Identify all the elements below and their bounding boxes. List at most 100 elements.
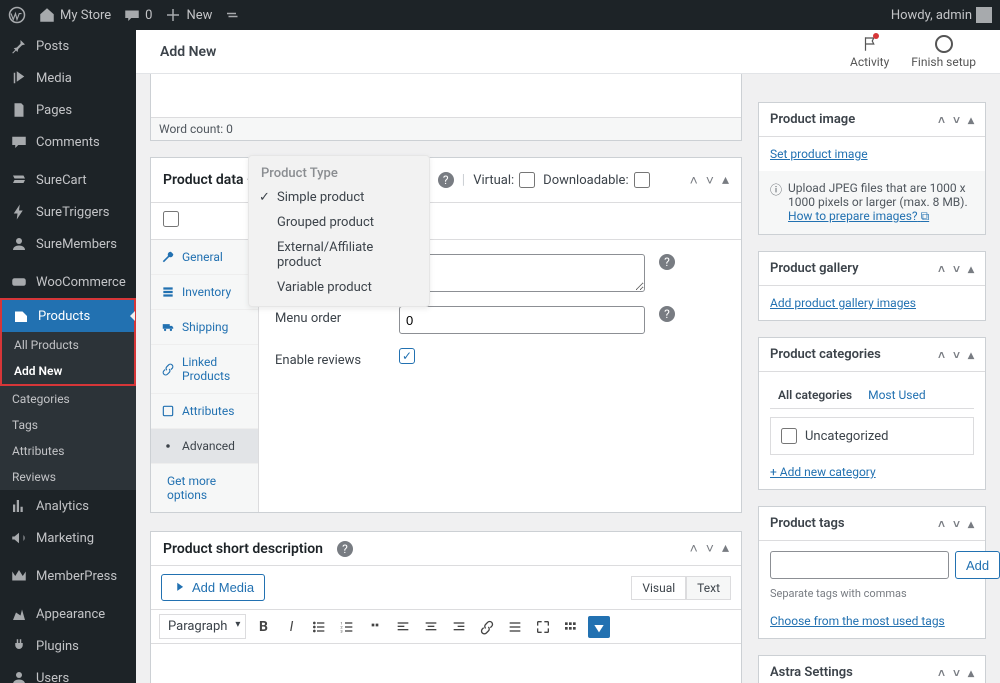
downloadable-toggle[interactable]: Downloadable: <box>543 172 649 188</box>
add-new-category-link[interactable]: + Add new category <box>770 465 876 479</box>
move-up-icon[interactable]: ˄ <box>938 517 945 531</box>
tab-inventory[interactable]: Inventory <box>151 275 258 310</box>
tool-icon[interactable] <box>224 6 242 24</box>
tab-attributes[interactable]: Attributes <box>151 394 258 429</box>
tab-shipping[interactable]: Shipping <box>151 310 258 345</box>
submenu-add-new[interactable]: Add New <box>2 358 134 384</box>
sidebar-item-suretriggers[interactable]: SureTriggers <box>0 196 136 228</box>
toggle-icon[interactable]: ▴ <box>722 172 729 189</box>
short-description-editor[interactable] <box>151 643 741 683</box>
format-select[interactable]: Paragraph <box>159 614 246 639</box>
add-media-button[interactable]: Add Media <box>161 574 265 601</box>
link-button[interactable] <box>476 616 498 638</box>
most-used-tab[interactable]: Most Used <box>860 382 934 408</box>
set-product-image-link[interactable]: Set product image <box>770 147 868 161</box>
move-down-icon[interactable]: ˅ <box>706 172 714 189</box>
activity-button[interactable]: Activity <box>850 35 889 69</box>
site-link[interactable]: My Store <box>38 6 111 24</box>
dropdown-option-grouped[interactable]: Grouped product <box>249 210 429 235</box>
add-gallery-images-link[interactable]: Add product gallery images <box>770 296 916 310</box>
virtual-checkbox[interactable] <box>519 172 535 188</box>
move-up-icon[interactable]: ˄ <box>938 113 945 127</box>
sidebar-item-plugins[interactable]: Plugins <box>0 630 136 662</box>
account-link[interactable]: Howdy, admin <box>891 7 992 23</box>
virtual-toggle[interactable]: Virtual: <box>473 172 535 188</box>
menu-order-input[interactable] <box>399 306 645 334</box>
sidebar-item-suremembers[interactable]: SureMembers <box>0 228 136 260</box>
uncategorized-checkbox[interactable] <box>781 428 797 444</box>
sidebar-item-memberpress[interactable]: MemberPress <box>0 560 136 592</box>
text-tab[interactable]: Text <box>686 576 731 600</box>
submenu-categories[interactable]: Categories <box>0 386 136 412</box>
visual-tab[interactable]: Visual <box>631 576 686 600</box>
help-icon[interactable]: ? <box>659 306 675 322</box>
submenu-all-products[interactable]: All Products <box>2 332 134 358</box>
purchase-note-textarea[interactable] <box>399 254 645 292</box>
toggle-icon[interactable]: ▴ <box>968 666 974 680</box>
toggle-icon[interactable]: ▴ <box>968 262 974 276</box>
wp-logo-icon[interactable] <box>8 6 26 24</box>
help-icon[interactable]: ? <box>337 541 353 557</box>
bold-button[interactable]: B <box>252 616 274 638</box>
tab-linked[interactable]: Linked Products <box>151 345 258 394</box>
move-up-icon[interactable]: ˄ <box>690 172 698 189</box>
numbered-list-button[interactable]: 123 <box>336 616 358 638</box>
choose-most-used-tags-link[interactable]: Choose from the most used tags <box>770 614 945 628</box>
align-center-button[interactable] <box>420 616 442 638</box>
downloadable-checkbox[interactable] <box>634 172 650 188</box>
new-content-link[interactable]: New <box>164 6 212 24</box>
move-up-icon[interactable]: ˄ <box>690 540 698 557</box>
sidebar-item-surecart[interactable]: SureCart <box>0 164 136 196</box>
stray-checkbox[interactable] <box>163 211 179 227</box>
move-down-icon[interactable]: ˅ <box>706 540 714 557</box>
sidebar-item-woocommerce[interactable]: WooCommerce <box>0 266 136 298</box>
move-down-icon[interactable]: ˅ <box>953 517 960 531</box>
sidebar-item-users[interactable]: Users <box>0 662 136 683</box>
move-down-icon[interactable]: ˅ <box>953 262 960 276</box>
add-tag-button[interactable]: Add <box>955 551 1000 579</box>
sidebar-item-posts[interactable]: Posts <box>0 30 136 62</box>
dropdown-option-external[interactable]: External/Affiliate product <box>249 235 429 275</box>
color-button[interactable] <box>588 616 610 638</box>
toggle-icon[interactable]: ▴ <box>968 113 974 127</box>
tab-advanced[interactable]: Advanced <box>151 429 258 464</box>
move-down-icon[interactable]: ˅ <box>953 666 960 680</box>
enable-reviews-checkbox[interactable]: ✓ <box>399 348 415 364</box>
comments-link[interactable]: 0 <box>123 6 152 24</box>
submenu-tags[interactable]: Tags <box>0 412 136 438</box>
tab-get-more[interactable]: Get more options <box>151 464 258 512</box>
sidebar-item-analytics[interactable]: Analytics <box>0 490 136 522</box>
sidebar-item-marketing[interactable]: Marketing <box>0 522 136 554</box>
sidebar-item-media[interactable]: Media <box>0 62 136 94</box>
help-icon[interactable]: ? <box>659 254 675 270</box>
toolbar-toggle-button[interactable] <box>560 616 582 638</box>
fullscreen-button[interactable] <box>532 616 554 638</box>
sidebar-item-products[interactable]: Products <box>2 300 134 332</box>
editor-canvas[interactable] <box>151 74 741 117</box>
dropdown-option-simple[interactable]: Simple product <box>249 185 429 210</box>
sidebar-item-pages[interactable]: Pages <box>0 94 136 126</box>
tag-input[interactable] <box>770 551 949 579</box>
help-icon[interactable]: ? <box>438 172 454 188</box>
move-up-icon[interactable]: ˄ <box>938 348 945 362</box>
submenu-attributes[interactable]: Attributes <box>0 438 136 464</box>
quote-button[interactable] <box>364 616 386 638</box>
move-down-icon[interactable]: ˅ <box>953 113 960 127</box>
all-categories-tab[interactable]: All categories <box>770 382 860 408</box>
tab-general[interactable]: General <box>151 240 258 275</box>
toggle-icon[interactable]: ▴ <box>722 540 729 557</box>
sidebar-item-appearance[interactable]: Appearance <box>0 598 136 630</box>
move-up-icon[interactable]: ˄ <box>938 666 945 680</box>
finish-setup-button[interactable]: Finish setup <box>911 35 976 69</box>
italic-button[interactable]: I <box>280 616 302 638</box>
dropdown-option-variable[interactable]: Variable product <box>249 275 429 300</box>
align-left-button[interactable] <box>392 616 414 638</box>
align-right-button[interactable] <box>448 616 470 638</box>
toggle-icon[interactable]: ▴ <box>968 348 974 362</box>
bullet-list-button[interactable] <box>308 616 330 638</box>
category-uncategorized[interactable]: Uncategorized <box>781 428 963 444</box>
toggle-icon[interactable]: ▴ <box>968 517 974 531</box>
submenu-reviews[interactable]: Reviews <box>0 464 136 490</box>
move-up-icon[interactable]: ˄ <box>938 262 945 276</box>
how-to-prepare-link[interactable]: How to prepare images? ⧉ <box>788 209 929 223</box>
